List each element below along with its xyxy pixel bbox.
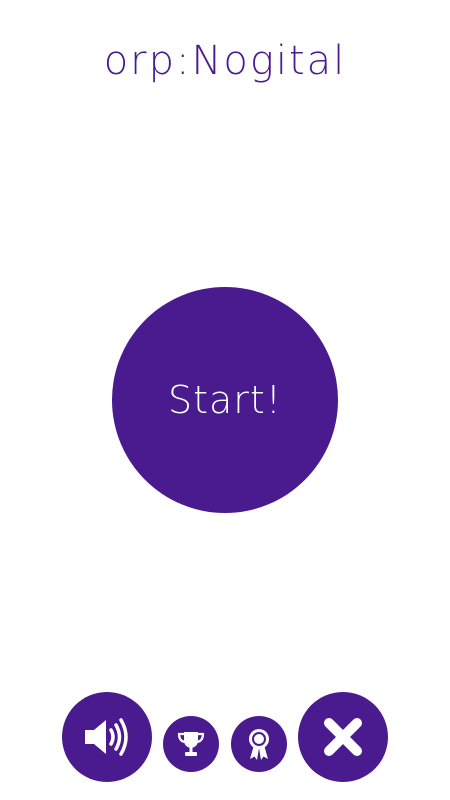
sound-toggle-button[interactable] bbox=[62, 692, 152, 782]
speaker-volume-icon bbox=[82, 716, 132, 758]
start-button[interactable]: Start! bbox=[112, 287, 338, 513]
exit-button[interactable] bbox=[298, 692, 388, 782]
close-x-icon bbox=[321, 715, 365, 759]
start-button-label: Start! bbox=[167, 378, 283, 422]
game-menu-screen: orp:Nogital Start! bbox=[0, 0, 450, 800]
leaderboard-button[interactable] bbox=[163, 716, 219, 772]
award-ribbon-icon bbox=[245, 727, 273, 761]
achievements-button[interactable] bbox=[231, 716, 287, 772]
game-title: orp:Nogital bbox=[103, 38, 347, 84]
trophy-icon bbox=[176, 730, 206, 758]
